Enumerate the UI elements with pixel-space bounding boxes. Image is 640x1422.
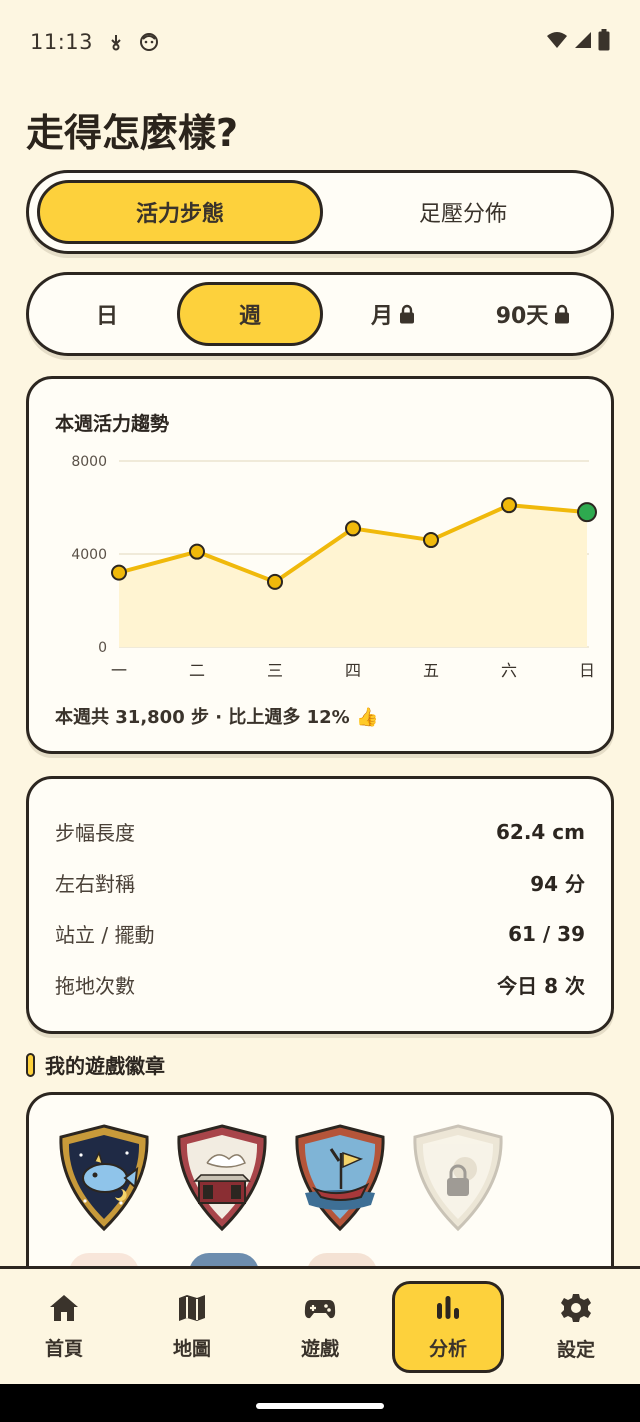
metric-label: 步幅長度 (55, 821, 135, 845)
x-tick-label: 三 (267, 661, 283, 680)
badges-section-title: 我的遊戲徽章 (45, 1054, 165, 1078)
tab-day-label: 日 (95, 304, 118, 329)
locked-badge-icon[interactable] (409, 1123, 507, 1233)
nav-map[interactable]: 地圖 (136, 1281, 248, 1373)
data-point (345, 520, 361, 537)
metric-row-stance-swing: 站立 / 擺動 61 / 39 (55, 919, 585, 948)
status-bar: 11:13 (0, 0, 640, 84)
home-gesture-handle[interactable] (256, 1403, 384, 1409)
status-time: 11:13 (30, 30, 94, 54)
weekly-trend-chart: 8000 4000 0一 二 三 四 五 六 日 (71, 454, 597, 680)
data-point (189, 543, 205, 560)
map-icon (176, 1293, 208, 1328)
lock-icon (399, 304, 415, 324)
weekly-trend-card: 本週活力趨勢 8000 4000 0 一二三四五六日 本週共 31,800 步 · 比… (26, 376, 614, 754)
nav-home[interactable]: 首頁 (8, 1281, 120, 1373)
data-point (501, 497, 517, 514)
tab-month[interactable]: 月 (323, 282, 463, 346)
x-tick-label: 日 (579, 661, 595, 680)
y-tick-label: 4000 (71, 547, 107, 563)
tab-90-days[interactable]: 90天 (463, 282, 603, 346)
bar-chart-icon (433, 1293, 463, 1328)
bottom-navigation: 首頁 地圖 遊戲 分析 設定 (0, 1266, 640, 1384)
analysis-type-tabs: 活力步態 足壓分佈 (26, 170, 614, 254)
x-tick-label: 六 (501, 661, 517, 680)
home-icon (48, 1293, 80, 1328)
y-tick-label: 8000 (71, 454, 107, 470)
metric-value: 62.4 cm (495, 819, 585, 844)
metric-row-drag-count: 拖地次數 今日 8 次 (55, 970, 585, 999)
nav-games[interactable]: 遊戲 (264, 1281, 376, 1373)
x-tick-label: 五 (423, 661, 439, 680)
tea-house-badge-icon[interactable] (173, 1123, 271, 1233)
tab-month-label: 月 (370, 304, 393, 329)
data-point (111, 564, 127, 581)
section-marker (26, 1052, 35, 1077)
nav-settings-label: 設定 (556, 1338, 595, 1361)
battery-icon (598, 28, 610, 56)
tab-foot-pressure[interactable]: 足壓分佈 (323, 180, 603, 244)
weekly-summary: 本週共 31,800 步 · 比上週多 12% 👍 (55, 707, 379, 728)
metric-value: 今日 8 次 (497, 974, 585, 998)
gait-metrics-card: 步幅長度 62.4 cm 左右對稱 94 分 站立 / 擺動 61 / 39 拖… (26, 776, 614, 1034)
metric-label: 拖地次數 (55, 974, 135, 998)
period-tabs: 日 週 月 90天 (26, 272, 614, 356)
metric-label: 站立 / 擺動 (55, 923, 155, 947)
nav-games-label: 遊戲 (300, 1337, 339, 1360)
data-point (267, 573, 283, 590)
data-point-today (577, 502, 597, 523)
gamepad-icon (303, 1293, 337, 1328)
tab-day[interactable]: 日 (37, 282, 177, 346)
lock-icon (554, 304, 570, 324)
nav-map-label: 地圖 (172, 1337, 211, 1360)
data-point (423, 532, 439, 549)
wifi-icon (546, 30, 568, 54)
metric-row-symmetry: 左右對稱 94 分 (55, 868, 585, 897)
tab-gait-vitality[interactable]: 活力步態 (37, 180, 323, 244)
metric-value: 61 / 39 (508, 921, 585, 946)
metric-row-stride-length: 步幅長度 62.4 cm (55, 817, 585, 846)
metric-label: 左右對稱 (55, 872, 135, 896)
nav-analysis-label: 分析 (428, 1337, 467, 1360)
tab-90-days-label: 90天 (495, 304, 549, 329)
y-tick-label: 0 (98, 640, 107, 656)
star-fish-badge-icon[interactable] (55, 1123, 153, 1233)
face-icon (139, 32, 159, 52)
nav-home-label: 首頁 (44, 1337, 83, 1360)
sailboat-badge-icon[interactable] (291, 1123, 389, 1233)
metric-value: 94 分 (530, 872, 585, 896)
x-tick-label: 一 (111, 661, 127, 680)
gear-icon (560, 1292, 592, 1329)
page-title: 走得怎麼樣? (26, 111, 239, 155)
notification-drop-icon (109, 33, 123, 51)
x-tick-label: 二 (189, 661, 205, 680)
signal-icon (574, 30, 592, 54)
badges-section-header: 我的遊戲徽章 (26, 1050, 165, 1079)
nav-analysis[interactable]: 分析 (392, 1280, 504, 1373)
tab-week-label: 週 (238, 304, 261, 329)
tab-week[interactable]: 週 (177, 282, 323, 346)
nav-settings[interactable]: 設定 (520, 1281, 632, 1373)
x-tick-label: 四 (345, 661, 361, 680)
